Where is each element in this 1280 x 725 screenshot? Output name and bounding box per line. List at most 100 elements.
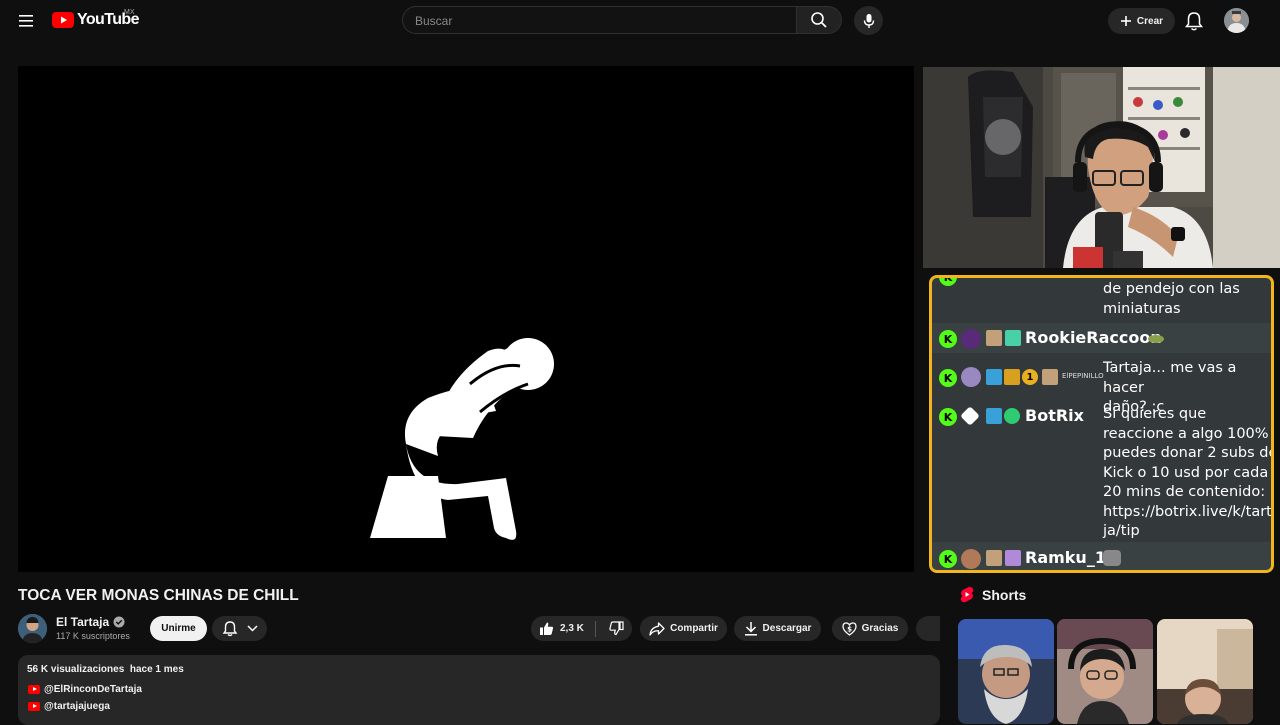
avatar [961, 549, 981, 569]
thumbs-up-icon [540, 622, 554, 635]
search-button[interactable] [796, 6, 842, 34]
sword-badge-icon [986, 369, 1002, 385]
chat-overlay: K de pendejo con las miniaturas K Rookie… [929, 275, 1274, 573]
crown-badge-icon [1004, 369, 1020, 385]
chat-message: K BotRix Si quieres que reaccione a algo… [932, 398, 1271, 542]
verified-check-icon [113, 616, 125, 628]
heart-dollar-icon: $ [841, 621, 857, 636]
gift-icon [1005, 330, 1021, 346]
more-button[interactable] [916, 616, 940, 641]
chat-text: Tartaja... me vas a hacer [1103, 360, 1237, 396]
svg-text:$: $ [847, 625, 852, 633]
channel-avatar[interactable] [18, 614, 47, 643]
chat-text: 20 mins de contenido: [1103, 484, 1266, 500]
account-avatar[interactable] [1224, 8, 1249, 33]
search-input[interactable] [403, 7, 777, 35]
like-button[interactable]: 2,3 K [539, 621, 584, 636]
microphone-icon [863, 13, 874, 28]
thanks-label: Gracias [861, 623, 899, 634]
channel-link[interactable]: @tartajajuega [44, 701, 110, 712]
chat-message: K RookieRaccoon [932, 323, 1271, 353]
country-code: MX [124, 9, 135, 16]
description-link[interactable]: @tartajajuega [28, 701, 110, 712]
top-bar: YouTube MX Crear [0, 0, 1280, 42]
chat-text: https://botrix.live/k/tarta [1103, 503, 1274, 520]
gift-icon [1005, 550, 1021, 566]
download-button[interactable]: Descargar [734, 616, 821, 641]
chat-text: reaccione a algo 100% [1103, 425, 1269, 442]
shorts-icon [960, 586, 974, 603]
channel-name-row[interactable]: El Tartaja [56, 615, 125, 629]
chevron-down-icon [246, 625, 258, 632]
share-icon [649, 621, 665, 636]
subscriber-badge-icon [986, 330, 1002, 346]
subscription-bell-button[interactable] [212, 616, 267, 641]
video-player[interactable] [18, 66, 914, 572]
description-link[interactable]: @ElRinconDeTartaja [28, 684, 142, 695]
bot-icon [960, 406, 980, 426]
avatar [961, 329, 981, 349]
share-label: Compartir [670, 623, 718, 634]
search-icon [811, 12, 827, 28]
subscriber-badge-icon [1042, 369, 1058, 385]
chat-text: puedes donar 2 subs de [1103, 445, 1274, 461]
short-thumbnail[interactable] [958, 619, 1054, 724]
chat-text: miniaturas [1103, 300, 1181, 317]
share-button[interactable]: Compartir [640, 616, 727, 641]
count-badge: 1 [1022, 369, 1038, 385]
youtube-icon [28, 685, 40, 694]
search-box [402, 6, 796, 35]
chat-text: Si quieres que [1103, 406, 1207, 422]
description-box[interactable]: 56 K visualizaciones hace 1 mes @ElRinco… [18, 655, 940, 725]
like-count: 2,3 K [560, 623, 584, 634]
thanks-button[interactable]: $ Gracias [832, 616, 908, 641]
video-title: TOCA VER MONAS CHINAS DE CHILL [18, 587, 299, 604]
chat-username: BotRix [1025, 406, 1084, 425]
bell-icon [222, 621, 237, 637]
subscriber-count: 117 K suscriptores [56, 631, 130, 641]
menu-icon[interactable] [16, 11, 38, 31]
cat-emote-icon [1103, 550, 1121, 566]
chat-text: ja/tip [1103, 523, 1140, 539]
short-thumbnail[interactable] [1157, 619, 1253, 724]
chat-message: K Ramku_1 [932, 542, 1271, 570]
channel-name[interactable]: El Tartaja [56, 615, 109, 629]
create-button[interactable]: Crear [1108, 8, 1175, 34]
channel-tag: ElPEPINILLO [1062, 372, 1104, 380]
stressed-person-icon [370, 338, 554, 540]
notifications-button[interactable] [1184, 10, 1204, 32]
chat-text: de pendejo con las [1103, 281, 1240, 297]
shorts-title: Shorts [982, 586, 1027, 603]
divider [594, 620, 596, 637]
youtube-play-icon [52, 12, 74, 28]
avatar [961, 367, 981, 387]
create-label: Crear [1136, 15, 1164, 27]
kick-icon: K [939, 369, 957, 387]
kick-icon: K [939, 550, 957, 568]
thumbs-down-icon [609, 621, 624, 636]
join-button[interactable]: Unirme [150, 616, 207, 641]
kick-icon: K [939, 408, 957, 426]
sword-badge-icon [986, 408, 1002, 424]
short-thumbnail[interactable] [1057, 619, 1153, 724]
bell-icon [1184, 12, 1204, 31]
chat-message: K de pendejo con las miniaturas [932, 278, 1271, 323]
chat-text: Kick o 10 usd por cada [1103, 464, 1269, 481]
description-meta: 56 K visualizaciones hace 1 mes [27, 664, 184, 675]
dislike-button[interactable] [609, 621, 624, 636]
upload-date: hace 1 mes [129, 664, 184, 675]
streamer-webcam [923, 67, 1280, 268]
kick-icon: K [939, 330, 957, 348]
plus-icon [1120, 16, 1131, 26]
chat-message: K 1 ElPEPINILLO Tartaja... me vas a hace… [932, 353, 1271, 415]
subscriber-badge-icon [986, 550, 1002, 566]
shorts-header: Shorts [960, 586, 1026, 603]
kick-icon: K [939, 278, 957, 286]
voice-search-button[interactable] [854, 6, 883, 35]
channel-link[interactable]: @ElRinconDeTartaja [44, 684, 142, 695]
raccoon-emote-icon [1148, 335, 1164, 343]
download-label: Descargar [762, 623, 812, 634]
verified-badge-icon [1004, 408, 1020, 424]
youtube-icon [28, 702, 40, 711]
view-count: 56 K visualizaciones [27, 664, 125, 675]
